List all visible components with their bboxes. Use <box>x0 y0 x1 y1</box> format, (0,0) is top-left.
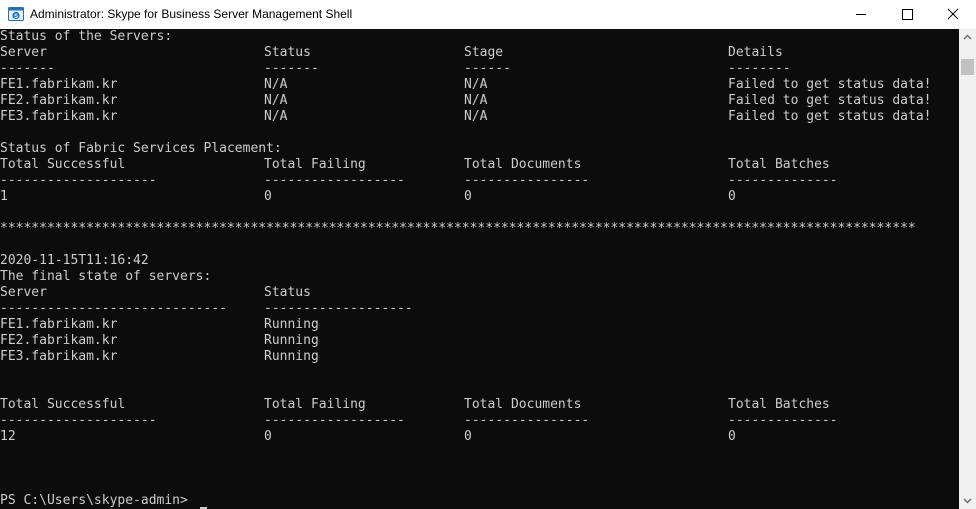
column-header: Status <box>264 45 311 60</box>
table-row: FE1.fabrikam.kr N/A N/A Failed to get st… <box>0 77 959 93</box>
column-header: Status <box>264 285 311 300</box>
close-button[interactable] <box>930 0 976 29</box>
table-header-row: Server Status Stage Details <box>0 45 959 61</box>
vertical-scrollbar[interactable] <box>959 29 976 509</box>
table-dash-row: ------- ------- ------ -------- <box>0 61 959 77</box>
section-heading: Status of Fabric Services Placement: <box>0 141 282 156</box>
details-cell: Failed to get status data! <box>728 109 932 124</box>
total-successful-value: 1 <box>0 189 8 204</box>
column-header: Total Batches <box>728 157 830 172</box>
total-successful-value: 12 <box>0 429 16 444</box>
table-dash-row: -------------------- ------------------ … <box>0 413 959 429</box>
scroll-down-icon[interactable] <box>959 492 976 509</box>
server-cell: FE2.fabrikam.kr <box>0 93 118 108</box>
window-title: Administrator: Skype for Business Server… <box>30 7 353 21</box>
maximize-icon <box>902 9 913 20</box>
table-header-row: Total Successful Total Failing Total Doc… <box>0 397 959 413</box>
console-output[interactable]: Status of the Servers: Server Status Sta… <box>0 29 959 509</box>
column-header: Server <box>0 45 47 60</box>
server-cell: FE3.fabrikam.kr <box>0 349 118 364</box>
table-row: FE2.fabrikam.kr Running <box>0 333 959 349</box>
stage-cell: N/A <box>464 77 488 92</box>
total-documents-value: 0 <box>464 429 472 444</box>
minimize-button[interactable] <box>838 0 884 29</box>
column-header: Total Batches <box>728 397 830 412</box>
status-cell: N/A <box>264 93 288 108</box>
table-row: FE3.fabrikam.kr Running <box>0 349 959 365</box>
column-underline: -------------- <box>728 413 838 428</box>
table-dash-row: -------------------- ------------------ … <box>0 173 959 189</box>
column-underline: -------------- <box>728 173 838 188</box>
total-batches-value: 0 <box>728 429 736 444</box>
total-failing-value: 0 <box>264 429 272 444</box>
timestamp: 2020-11-15T11:16:42 <box>0 253 149 268</box>
column-underline: ---------------- <box>464 173 590 188</box>
column-header: Stage <box>464 45 504 60</box>
table-row: FE3.fabrikam.kr N/A N/A Failed to get st… <box>0 109 959 125</box>
command-prompt[interactable]: PS C:\Users\skype-admin> <box>0 493 959 509</box>
status-cell: Running <box>264 333 319 348</box>
column-underline: ------- <box>0 61 55 76</box>
table-header-row: Server Status <box>0 285 959 301</box>
details-cell: Failed to get status data! <box>728 93 932 108</box>
server-cell: FE3.fabrikam.kr <box>0 109 118 124</box>
section-heading: The final state of servers: <box>0 269 212 284</box>
column-underline: ------- <box>264 61 319 76</box>
column-header: Total Documents <box>464 397 582 412</box>
column-header: Details <box>728 45 783 60</box>
table-row: FE1.fabrikam.kr Running <box>0 317 959 333</box>
column-header: Total Failing <box>264 157 366 172</box>
minimize-icon <box>856 14 866 15</box>
title-bar[interactable]: S Administrator: Skype for Business Serv… <box>0 0 976 29</box>
separator-line: ****************************************… <box>0 221 916 236</box>
status-cell: Running <box>264 349 319 364</box>
close-icon <box>947 8 959 20</box>
table-row: 1 0 0 0 <box>0 189 959 205</box>
section-heading: Status of the Servers: <box>0 29 173 44</box>
stage-cell: N/A <box>464 109 488 124</box>
column-header: Total Failing <box>264 397 366 412</box>
stage-cell: N/A <box>464 93 488 108</box>
column-underline: -------------------- <box>0 413 157 428</box>
column-underline: -------------------- <box>0 173 157 188</box>
table-header-row: Total Successful Total Failing Total Doc… <box>0 157 959 173</box>
status-cell: N/A <box>264 77 288 92</box>
server-cell: FE2.fabrikam.kr <box>0 333 118 348</box>
column-underline: ------ <box>464 61 511 76</box>
total-batches-value: 0 <box>728 189 736 204</box>
column-underline: -------- <box>728 61 791 76</box>
details-cell: Failed to get status data! <box>728 77 932 92</box>
column-underline: ------------------ <box>264 413 405 428</box>
column-underline: ----------------------------- <box>0 301 227 316</box>
maximize-button[interactable] <box>884 0 930 29</box>
status-cell: N/A <box>264 109 288 124</box>
column-underline: ------------------- <box>264 301 413 316</box>
column-header: Total Successful <box>0 397 126 412</box>
column-underline: ---------------- <box>464 413 590 428</box>
svg-text:S: S <box>14 14 18 20</box>
total-failing-value: 0 <box>264 189 272 204</box>
server-cell: FE1.fabrikam.kr <box>0 317 118 332</box>
column-header: Total Successful <box>0 157 126 172</box>
column-header: Server <box>0 285 47 300</box>
table-dash-row: ----------------------------- ----------… <box>0 301 959 317</box>
server-cell: FE1.fabrikam.kr <box>0 77 118 92</box>
column-header: Total Documents <box>464 157 582 172</box>
skype-shell-icon: S <box>8 7 24 21</box>
scroll-up-icon[interactable] <box>959 29 976 46</box>
table-row: 12 0 0 0 <box>0 429 959 445</box>
scrollbar-thumb[interactable] <box>961 59 974 75</box>
status-cell: Running <box>264 317 319 332</box>
table-row: FE2.fabrikam.kr N/A N/A Failed to get st… <box>0 93 959 109</box>
column-underline: ------------------ <box>264 173 405 188</box>
total-documents-value: 0 <box>464 189 472 204</box>
